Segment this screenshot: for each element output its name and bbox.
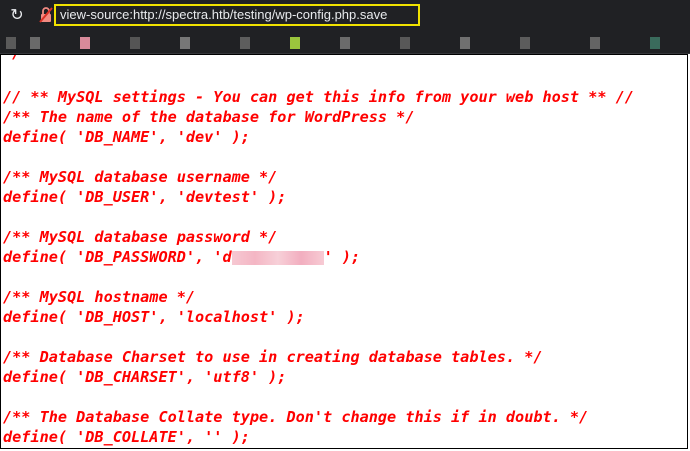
code-line: /** MySQL database username */: [3, 168, 278, 186]
reload-icon[interactable]: ↻: [8, 5, 26, 25]
bookmark-icon[interactable]: [80, 37, 90, 49]
code-line: define( 'DB_CHARSET', 'utf8' );: [3, 368, 287, 386]
bookmark-icon[interactable]: [6, 37, 16, 49]
bookmark-icon[interactable]: [650, 37, 660, 49]
bookmark-icon[interactable]: [30, 37, 40, 49]
bookmarks-bar: [0, 33, 690, 54]
code-line: /** The name of the database for WordPre…: [3, 108, 415, 126]
source-view: */ // ** MySQL settings - You can get th…: [0, 54, 688, 449]
code-line: /** MySQL hostname */: [3, 288, 196, 306]
redacted-password: [231, 250, 324, 265]
bookmark-icon[interactable]: [130, 37, 140, 49]
code-line: // ** MySQL settings - You can get this …: [3, 88, 634, 106]
browser-toolbar: ↻ view-source:http://spectra.htb/testing…: [0, 0, 690, 33]
bookmark-icon[interactable]: [240, 37, 250, 49]
password-line-suffix: ' );: [323, 248, 361, 266]
code-line: /** MySQL database password */: [3, 228, 278, 246]
code-line: /** Database Charset to use in creating …: [3, 348, 543, 366]
bookmark-icon[interactable]: [290, 37, 300, 49]
code-line: define( 'DB_USER', 'devtest' );: [3, 188, 287, 206]
bookmark-icon[interactable]: [590, 37, 600, 49]
bookmark-icon[interactable]: [400, 37, 410, 49]
bookmark-icon[interactable]: [520, 37, 530, 49]
code-line: define( 'DB_COLLATE', '' );: [3, 428, 250, 446]
code-line: /** The Database Collate type. Don't cha…: [3, 408, 589, 426]
code-line-password: define( 'DB_PASSWORD', 'd ' );: [3, 247, 360, 267]
bookmark-icon[interactable]: [460, 37, 470, 49]
code-line: define( 'DB_NAME', 'dev' );: [3, 128, 250, 146]
code-line: define( 'DB_HOST', 'localhost' );: [3, 308, 305, 326]
not-secure-icon[interactable]: [38, 6, 54, 24]
code-line: */: [3, 55, 21, 63]
password-line-prefix: define( 'DB_PASSWORD', 'd: [3, 248, 232, 266]
bookmark-icon[interactable]: [340, 37, 350, 49]
address-bar[interactable]: view-source:http://spectra.htb/testing/w…: [54, 4, 420, 26]
bookmark-icon[interactable]: [180, 37, 190, 49]
